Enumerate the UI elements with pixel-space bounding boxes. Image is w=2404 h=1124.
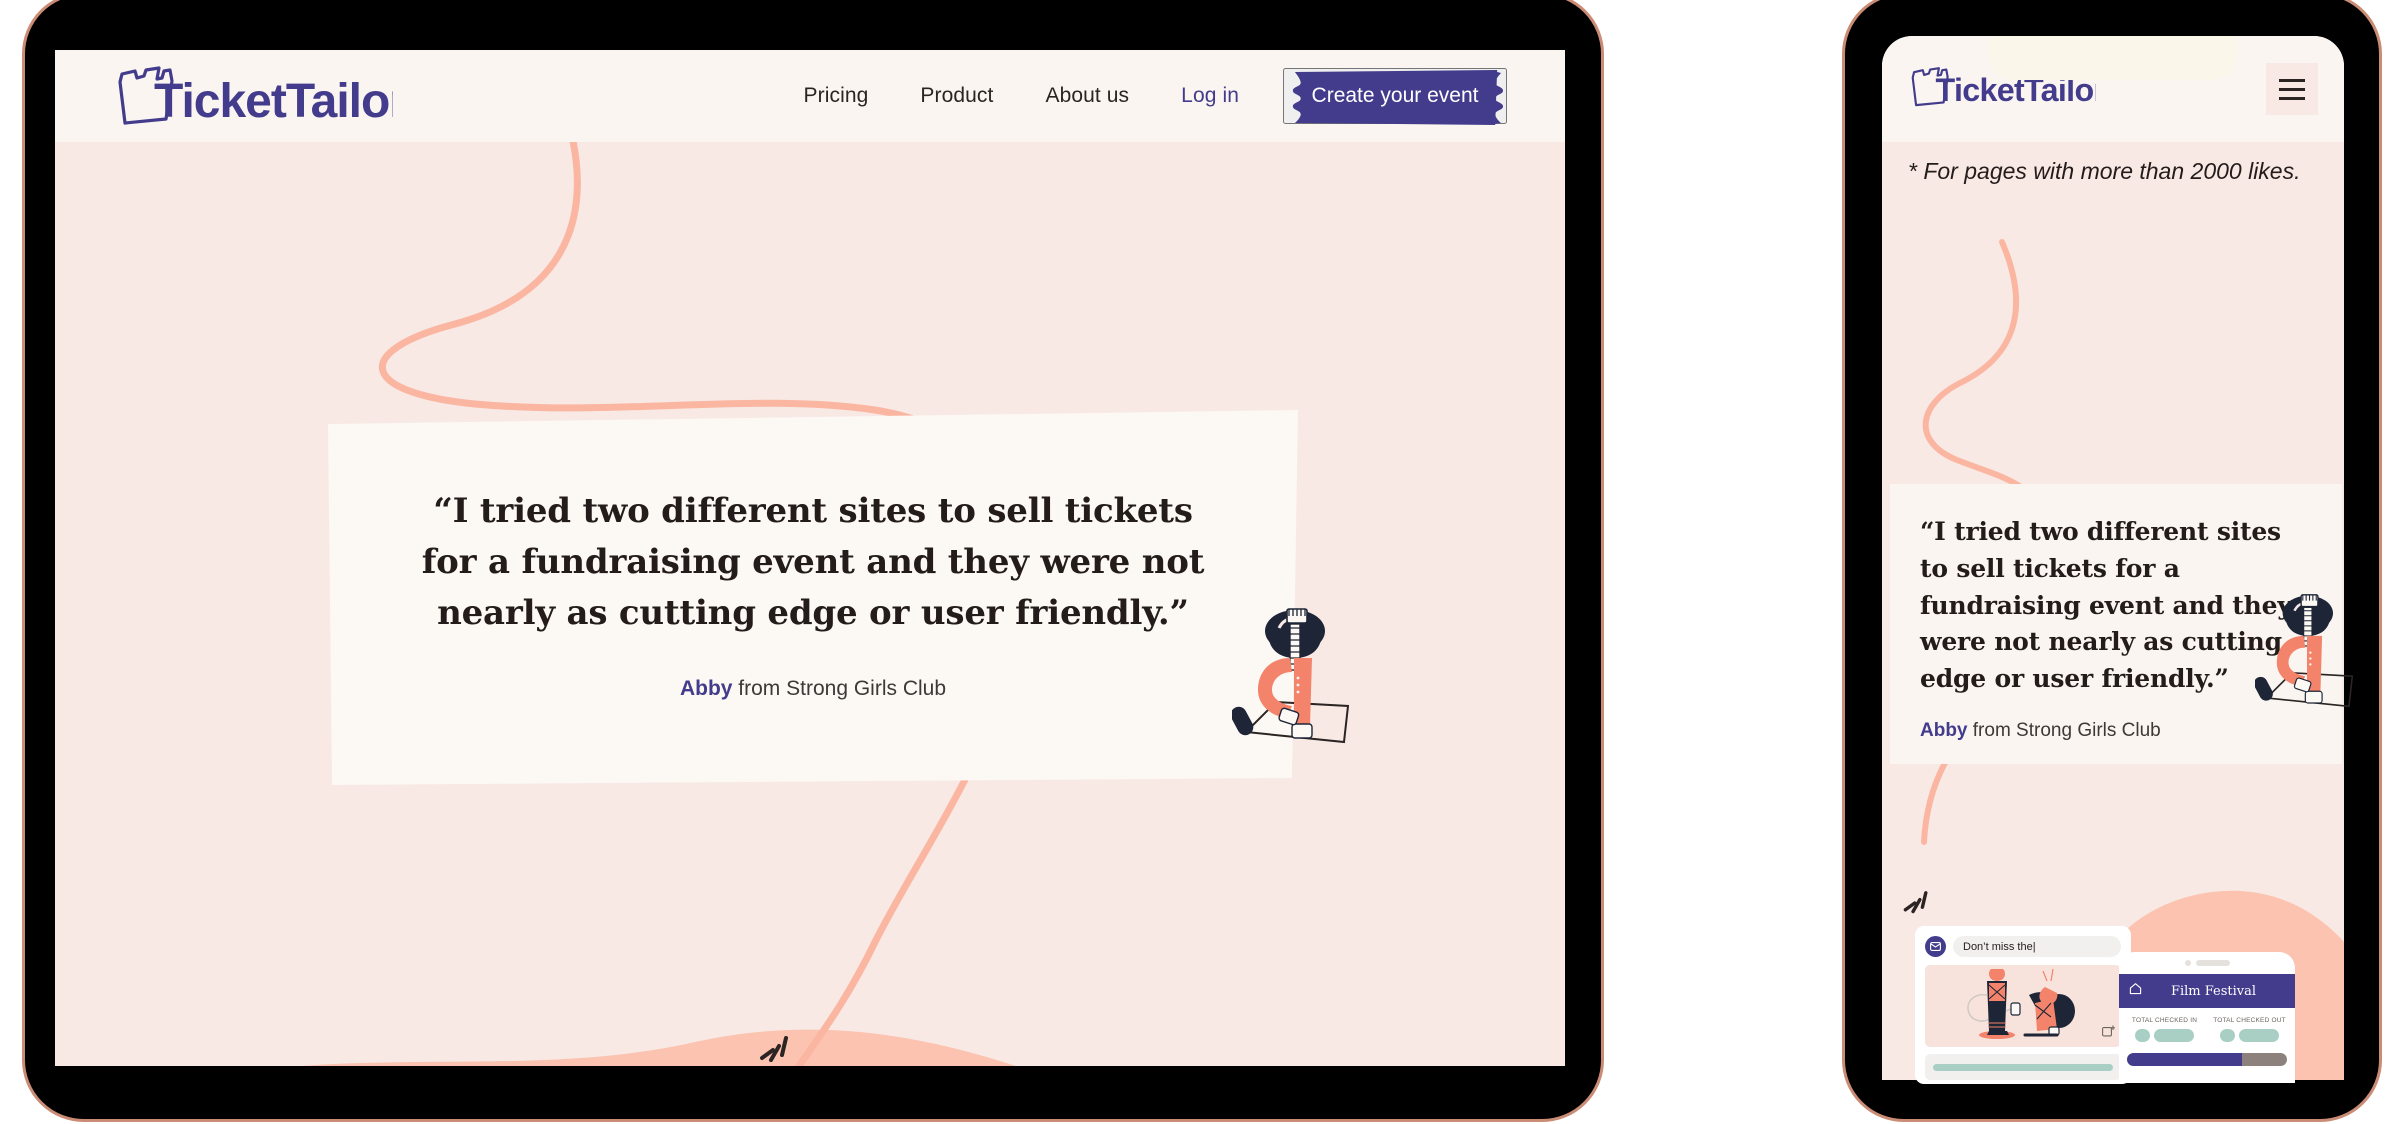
tablet-screen: TicketTailor Pricing Product About us Lo… [55, 50, 1565, 1066]
event-app-title: Film Festival [2170, 983, 2257, 999]
footnote-text: * For pages with more than 2000 likes. [1908, 158, 2301, 184]
sparkle-decoration-tablet [758, 1030, 798, 1070]
testimonial-quote: “I tried two different sites to sell tic… [421, 491, 1205, 633]
event-app-progress [2127, 1053, 2287, 1066]
tablet-hero-section: “I tried two different sites to sell tic… [55, 142, 1565, 1066]
stat-blob [2239, 1029, 2279, 1042]
camera-dot [2184, 960, 2191, 966]
stat-blob [2135, 1029, 2150, 1042]
compose-message-mockup: Don’t miss the| [1915, 926, 2131, 1084]
stat-checked-in-value [2127, 1029, 2202, 1042]
hamburger-bar [2279, 87, 2305, 91]
yoga-person-illustration [1230, 606, 1356, 746]
testimonial-author: Abby [679, 677, 733, 700]
stat-checked-out: TOTAL CHECKED OUT [2212, 1017, 2287, 1042]
testimonial-source-mobile: from Strong Girls Club [1967, 719, 2161, 741]
sparkle-decoration-mobile [1902, 886, 1936, 920]
speaker-pill [2195, 960, 2230, 966]
brand-logo[interactable]: TicketTailor [110, 65, 393, 127]
tablet-nav-links: Pricing Product About us Log in Create y… [804, 50, 1507, 142]
stat-checked-out-label: TOTAL CHECKED OUT [2213, 1017, 2286, 1024]
event-app-progress-fill [2127, 1053, 2243, 1066]
stat-checked-in: TOTAL CHECKED IN [2127, 1017, 2202, 1042]
stat-blob [2154, 1029, 2194, 1042]
compose-text-field[interactable]: Don’t miss the| [1953, 936, 2121, 957]
envelope-icon [1925, 936, 1946, 957]
ticket-logo-icon: TicketTailor [110, 65, 393, 127]
event-app-mockup: Film Festival TOTAL CHECKED IN TOTAL CHE… [2119, 952, 2295, 1083]
two-people-illustration [1967, 968, 2075, 1039]
stat-blob [2220, 1029, 2235, 1042]
coral-blob-shape [301, 1029, 1016, 1066]
testimonial-attribution: Abby from Strong Girls Club [414, 677, 1212, 701]
hamburger-bar [2279, 78, 2305, 82]
stat-checked-out-value [2212, 1029, 2287, 1042]
testimonial-author-mobile: Abby [1920, 719, 1968, 741]
testimonial-card: “I tried two different sites to sell tic… [328, 410, 1298, 785]
testimonial-quote-mobile: “I tried two different sites to sell tic… [1920, 517, 2292, 693]
stat-checked-in-label: TOTAL CHECKED IN [2131, 1017, 2198, 1024]
svg-text:TicketTailor: TicketTailor [154, 75, 393, 127]
screenshot-stage: TicketTailor Pricing Product About us Lo… [0, 0, 2404, 1124]
hamburger-menu-icon[interactable] [2266, 63, 2318, 115]
nav-link-product[interactable]: Product [920, 84, 993, 108]
phone-notch [1989, 36, 2237, 80]
compose-progress-bar [1933, 1063, 2113, 1071]
yoga-person-illustration-mobile [2253, 592, 2359, 710]
testimonial-attribution-mobile: Abby from Strong Girls Club [1920, 720, 2306, 742]
hamburger-bar [2279, 96, 2305, 100]
create-your-event-label: Create your event [1311, 84, 1479, 107]
compose-image-preview [1925, 965, 2121, 1047]
nav-link-pricing[interactable]: Pricing [804, 84, 869, 108]
nav-link-about-us[interactable]: About us [1045, 84, 1129, 108]
add-image-icon[interactable] [2102, 1024, 2115, 1042]
ticket-logo-icon: TicketTailor [1906, 66, 2107, 113]
event-app-stats: TOTAL CHECKED IN TOTAL CHECKED OUT [2119, 1008, 2295, 1042]
testimonial-source: from Strong Girls Club [732, 677, 947, 700]
create-your-event-button[interactable]: Create your event [1283, 68, 1507, 125]
phone-mock-statusbar [2119, 952, 2295, 974]
compose-row: Don’t miss the| [1925, 936, 2121, 957]
nav-link-login[interactable]: Log in [1181, 84, 1239, 108]
home-icon[interactable] [2129, 982, 2142, 1000]
event-app-header: Film Festival [2119, 974, 2295, 1008]
tablet-navbar: TicketTailor Pricing Product About us Lo… [55, 50, 1565, 142]
compose-progress-box [1925, 1054, 2121, 1080]
product-mockups: Don’t miss the| Film Festival TOTAL CHEC… [1915, 908, 2385, 1084]
